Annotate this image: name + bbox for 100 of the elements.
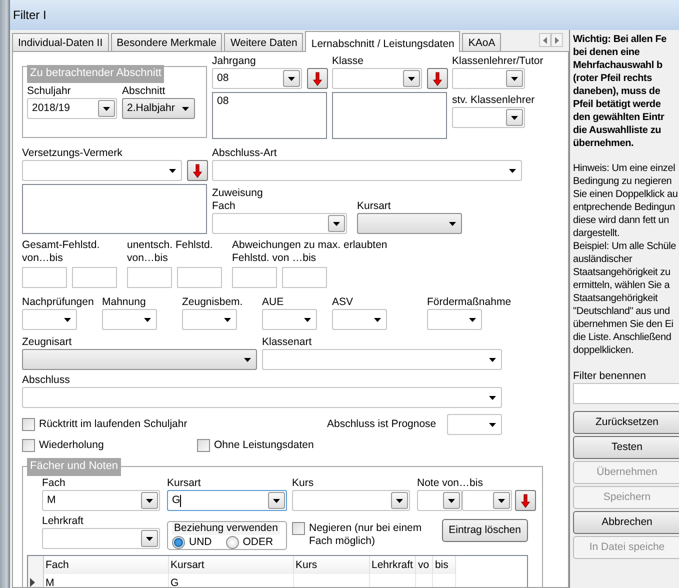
- checkbox[interactable]: [292, 522, 305, 535]
- down-arrow-icon: [521, 494, 530, 508]
- field-label: Fach: [42, 477, 66, 490]
- checkbox[interactable]: [22, 439, 35, 452]
- text-field[interactable]: [232, 267, 277, 288]
- field-label: Abschnitt: [122, 85, 166, 98]
- right-arrow-icon: [555, 36, 559, 44]
- left-arrow-icon: [543, 36, 547, 44]
- column-header[interactable]: Lehrkraft: [369, 556, 416, 574]
- column-header[interactable]: bis: [432, 556, 456, 574]
- field-label: Zeugnisart: [22, 336, 73, 349]
- column-header[interactable]: vo: [415, 556, 432, 574]
- dropdown[interactable]: 08: [212, 68, 302, 89]
- field-label: Kursart: [167, 477, 202, 490]
- field-label: Kursart: [357, 200, 392, 213]
- down-arrow-icon: [433, 72, 442, 86]
- dropdown[interactable]: M: [42, 490, 160, 511]
- field-label: Versetzungs-Vermerk: [22, 147, 124, 160]
- help-text: Hinweis: Um eine einzel Bedingung zu negieren Sie einen Doppelklick au entprechende Bedingun diese wird dann fett un dargestellt. Beispiel: Um alle Schüle ausländischer Staatsangehörigkeit zu ermitteln, wählen Sie a Staatsangehörigkeit "Deutschland" aus und übernehmen Sie den Ei die Liste. Anschließend doppelklicken.: [573, 162, 679, 357]
- dropdown[interactable]: [262, 349, 502, 370]
- column-header[interactable]: Kurs: [293, 556, 369, 574]
- dialog-button[interactable]: Testen: [573, 436, 679, 459]
- checkbox[interactable]: [197, 439, 210, 452]
- dropdown[interactable]: [417, 490, 462, 511]
- field-label: AUE: [262, 296, 285, 309]
- dropdown[interactable]: 2.Halbjahr: [122, 98, 195, 119]
- dropdown[interactable]: [452, 107, 525, 128]
- radio-button[interactable]: [172, 536, 185, 549]
- tab[interactable]: Besondere Merkmale: [110, 33, 222, 51]
- tab[interactable]: Individual-Daten II: [12, 33, 109, 51]
- scroll-left-button[interactable]: [539, 33, 551, 47]
- dropdown[interactable]: [182, 309, 237, 330]
- group-title: Zu betrachtender Abschnitt: [27, 65, 164, 83]
- checkbox-label: Wiederholung: [39, 439, 104, 452]
- down-arrow-icon: [193, 164, 202, 178]
- field-label: unentsch. Fehlstd. von…bis: [127, 239, 214, 265]
- dropdown[interactable]: [22, 387, 502, 408]
- field-label: Jahrgang: [212, 55, 257, 68]
- tab[interactable]: Lernabschnitt / Leistungsdaten: [305, 31, 460, 52]
- text-field[interactable]: [127, 267, 172, 288]
- group-title: Fächer und Noten: [27, 458, 122, 476]
- dropdown[interactable]: 2018/19: [27, 98, 117, 119]
- dropdown[interactable]: [447, 414, 502, 435]
- dropdown[interactable]: [332, 309, 387, 330]
- dropdown[interactable]: [22, 160, 182, 181]
- text-field[interactable]: [282, 267, 327, 288]
- dropdown[interactable]: [357, 213, 462, 234]
- dialog-button[interactable]: Zurücksetzen: [573, 411, 679, 434]
- field-label: Note von…bis: [417, 477, 484, 490]
- arrow-button[interactable]: [187, 160, 208, 181]
- scroll-right-button[interactable]: [551, 33, 563, 47]
- field-label: Abschluss: [22, 374, 71, 387]
- delete-button[interactable]: Eintrag löschen: [442, 519, 528, 542]
- field-label: Zuweisung: [212, 187, 264, 200]
- tab[interactable]: KAoA: [462, 33, 502, 51]
- field-label: Abschluss ist Prognose: [327, 418, 438, 431]
- field-label: Nachprüfungen: [22, 296, 95, 309]
- column-header[interactable]: Kursart: [168, 556, 293, 574]
- dropdown[interactable]: [427, 309, 482, 330]
- dropdown[interactable]: [22, 309, 77, 330]
- tab[interactable]: Weitere Daten: [224, 33, 304, 51]
- text-field[interactable]: [72, 267, 117, 288]
- text-field[interactable]: [22, 267, 67, 288]
- field-label: Fördermaßnahme: [427, 296, 512, 309]
- data-grid[interactable]: Fach Kursart Kurs Lehrkraft vo bis M G: [27, 555, 528, 587]
- dropdown[interactable]: [292, 490, 410, 511]
- field-label: Gesamt-Fehlstd. von…bis: [22, 239, 101, 265]
- dropdown[interactable]: [22, 349, 257, 370]
- table-cell: M: [43, 574, 168, 587]
- field-label: Schuljahr: [27, 85, 72, 98]
- dropdown[interactable]: [102, 309, 157, 330]
- list-box[interactable]: [22, 184, 207, 234]
- down-arrow-icon: [313, 72, 322, 86]
- dropdown[interactable]: [212, 213, 347, 234]
- help-text: Wichtig: Bei allen Fe bei denen eine Mehrfachauswahl b (roter Pfeil rechts daneben), muss de Pfeil betätigt werde den gewählten Eintr die Auswahlliste zu übernehmen.: [573, 33, 668, 150]
- dropdown[interactable]: G: [167, 490, 287, 511]
- arrow-button[interactable]: [515, 490, 536, 511]
- field-label: ASV: [332, 296, 354, 309]
- text-field[interactable]: [573, 383, 679, 404]
- field-label: Lehrkraft: [42, 515, 84, 528]
- field-label: Zeugnisbem.: [182, 296, 244, 309]
- text-field[interactable]: [177, 267, 222, 288]
- column-header[interactable]: Fach: [43, 556, 168, 574]
- checkbox[interactable]: [22, 418, 35, 431]
- list-item[interactable]: 08: [217, 95, 322, 108]
- dropdown[interactable]: [42, 528, 160, 549]
- checkbox-label: Rücktritt im laufenden Schuljahr: [39, 418, 188, 431]
- dialog-button[interactable]: Abbrechen: [573, 511, 679, 534]
- list-box[interactable]: [332, 92, 447, 139]
- checkbox-label: Ohne Leistungsdaten: [214, 439, 314, 452]
- arrow-button[interactable]: [427, 68, 448, 89]
- field-label: Filter benennen: [573, 370, 647, 383]
- field-label: Mahnung: [102, 296, 147, 309]
- arrow-button[interactable]: [307, 68, 328, 89]
- list-box[interactable]: 08: [212, 92, 327, 139]
- radio-button[interactable]: [226, 536, 239, 549]
- field-label: Abschluss-Art: [212, 147, 278, 160]
- field-label: Klassenlehrer/Tutor: [452, 55, 544, 68]
- dropdown[interactable]: [262, 309, 317, 330]
- radio-label: UND: [189, 536, 212, 549]
